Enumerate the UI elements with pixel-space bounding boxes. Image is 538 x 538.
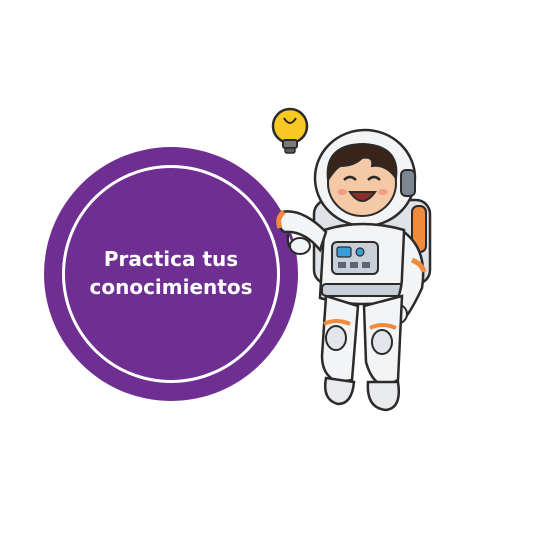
- lightbulb-icon: [271, 107, 309, 154]
- practice-card: Practica tus conocimientos: [0, 0, 538, 538]
- badge-label-line2: conocimientos: [89, 275, 253, 299]
- badge-label: Practica tus conocimientos: [44, 245, 298, 301]
- astronaut-illustration: [271, 107, 432, 412]
- practice-button[interactable]: Practica tus conocimientos: [44, 147, 298, 401]
- badge-label-line1: Practica tus: [103, 247, 239, 271]
